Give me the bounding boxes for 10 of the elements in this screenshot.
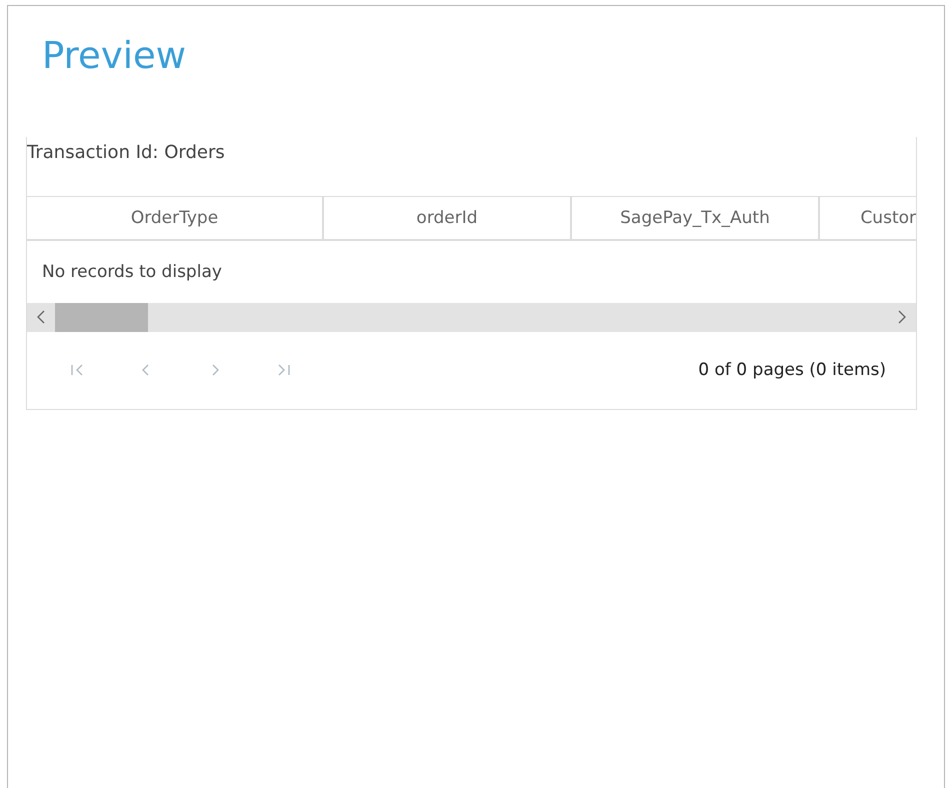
- page-title: Preview: [42, 36, 188, 77]
- grid-caption: Transaction Id: Orders: [27, 142, 225, 163]
- column-header[interactable]: orderId: [324, 196, 572, 239]
- scroll-thumb[interactable]: [55, 302, 148, 332]
- column-header[interactable]: Custor: [820, 196, 916, 239]
- page-info: 0 of 0 pages (0 items): [698, 360, 886, 380]
- empty-message: No records to display: [42, 262, 222, 282]
- column-header[interactable]: OrderType: [27, 196, 324, 239]
- horizontal-scrollbar[interactable]: [27, 302, 916, 332]
- column-header[interactable]: SagePay_Tx_Auth: [572, 196, 820, 239]
